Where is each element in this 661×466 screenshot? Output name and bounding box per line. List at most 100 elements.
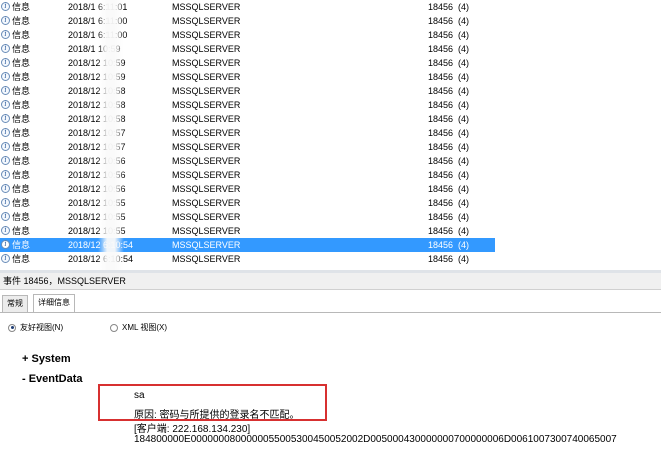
event-id: 18456 <box>428 170 454 180</box>
event-category: (4) <box>458 254 469 264</box>
info-icon: i <box>1 184 10 193</box>
event-row[interactable]: i 信息 2018/12 10:55 MSSQLSERVER 18456 (4) <box>0 210 495 224</box>
event-level: 信息 <box>12 30 31 40</box>
event-level: 信息 <box>12 2 31 12</box>
event-id: 18456 <box>428 212 454 222</box>
event-category: (4) <box>458 2 469 12</box>
eventdata-binary: 184800000E000000080000005500530045005200… <box>134 434 617 445</box>
event-category: (4) <box>458 128 469 138</box>
event-level: 信息 <box>12 72 31 82</box>
event-source: MSSQLSERVER <box>172 44 241 54</box>
xml-view-radio[interactable]: XML 视图(X) <box>110 322 167 333</box>
system-section-toggle[interactable]: + System <box>22 353 71 365</box>
info-icon: i <box>1 240 10 249</box>
event-source: MSSQLSERVER <box>172 142 241 152</box>
event-id: 18456 <box>428 100 454 110</box>
event-category: (4) <box>458 156 469 166</box>
event-source: MSSQLSERVER <box>172 184 241 194</box>
event-source: MSSQLSERVER <box>172 114 241 124</box>
event-category: (4) <box>458 44 469 54</box>
info-icon: i <box>1 142 10 151</box>
event-category: (4) <box>458 86 469 96</box>
event-source: MSSQLSERVER <box>172 100 241 110</box>
event-category: (4) <box>458 58 469 68</box>
event-source: MSSQLSERVER <box>172 226 241 236</box>
event-row[interactable]: i 信息 2018/1 10:59 MSSQLSERVER 18456 (4) <box>0 42 495 56</box>
info-icon: i <box>1 128 10 137</box>
event-category: (4) <box>458 16 469 26</box>
details-panel: 友好视图(N) XML 视图(X) + System - EventData s… <box>0 313 661 466</box>
event-row[interactable]: i 信息 2018/12 10:55 MSSQLSERVER 18456 (4) <box>0 196 495 210</box>
event-source: MSSQLSERVER <box>172 212 241 222</box>
event-level: 信息 <box>12 100 31 110</box>
event-category: (4) <box>458 240 469 250</box>
event-source: MSSQLSERVER <box>172 72 241 82</box>
event-row[interactable]: i 信息 2018/12 10:56 MSSQLSERVER 18456 (4) <box>0 154 495 168</box>
event-list[interactable]: i信息2018/1 6:11:01MSSQLSERVER18456(4)i信息2… <box>0 0 495 267</box>
event-id: 18456 <box>428 114 454 124</box>
event-id: 18456 <box>428 128 454 138</box>
event-level: 信息 <box>12 114 31 124</box>
friendly-view-label: 友好视图(N) <box>20 323 64 332</box>
event-row[interactable]: i 信息 2018/12 10:57 MSSQLSERVER 18456 (4) <box>0 126 495 140</box>
event-row[interactable]: i 信息 2018/12 10:59 MSSQLSERVER 18456 (4) <box>0 56 495 70</box>
xml-view-label: XML 视图(X) <box>122 323 168 332</box>
info-icon: i <box>1 16 10 25</box>
right-pane <box>495 0 661 267</box>
tab-details[interactable]: 详细信息 <box>33 294 75 312</box>
event-id: 18456 <box>428 16 454 26</box>
event-row[interactable]: i信息2018/1 6:11:00MSSQLSERVER18456(4) <box>0 28 495 42</box>
event-level: 信息 <box>12 86 31 96</box>
event-category: (4) <box>458 72 469 82</box>
event-category: (4) <box>458 184 469 194</box>
event-source: MSSQLSERVER <box>172 156 241 166</box>
event-row[interactable]: i 信息 2018/12 10:58 MSSQLSERVER 18456 (4) <box>0 84 495 98</box>
event-id: 18456 <box>428 226 454 236</box>
event-row[interactable]: i 信息 2018/12 10:59 MSSQLSERVER 18456 (4) <box>0 70 495 84</box>
info-icon: i <box>1 86 10 95</box>
event-level: 信息 <box>12 58 31 68</box>
highlight-box <box>98 384 327 421</box>
event-row[interactable]: i 信息 2018/12 10:56 MSSQLSERVER 18456 (4) <box>0 168 495 182</box>
event-category: (4) <box>458 142 469 152</box>
event-row[interactable]: i 信息 2018/12 10:58 MSSQLSERVER 18456 (4) <box>0 112 495 126</box>
event-row[interactable]: i信息2018/12 6:10:54MSSQLSERVER18456(4) <box>0 252 495 266</box>
eventdata-section-toggle[interactable]: - EventData <box>22 373 83 385</box>
event-detail-title: 事件 18456，MSSQLSERVER <box>0 273 661 290</box>
event-row[interactable]: i 信息 2018/12 10:55 MSSQLSERVER 18456 (4) <box>0 224 495 238</box>
eventdata-client: [客户端: 222.168.134.230] <box>134 424 251 435</box>
event-category: (4) <box>458 198 469 208</box>
radio-selected-icon <box>8 323 16 332</box>
event-category: (4) <box>458 30 469 40</box>
event-row[interactable]: i信息2018/12 6:10:54MSSQLSERVER18456(4) <box>0 238 495 252</box>
info-icon: i <box>1 72 10 81</box>
event-source: MSSQLSERVER <box>172 254 241 264</box>
event-id: 18456 <box>428 44 454 54</box>
event-category: (4) <box>458 100 469 110</box>
event-level: 信息 <box>12 44 31 54</box>
info-icon: i <box>1 30 10 39</box>
tab-general[interactable]: 常规 <box>2 295 28 312</box>
event-source: MSSQLSERVER <box>172 2 241 12</box>
event-row[interactable]: i信息2018/1 6:11:00MSSQLSERVER18456(4) <box>0 14 495 28</box>
info-icon: i <box>1 100 10 109</box>
event-source: MSSQLSERVER <box>172 86 241 96</box>
info-icon: i <box>1 58 10 67</box>
event-category: (4) <box>458 170 469 180</box>
info-icon: i <box>1 2 10 11</box>
event-id: 18456 <box>428 184 454 194</box>
event-row[interactable]: i 信息 2018/12 10:58 MSSQLSERVER 18456 (4) <box>0 98 495 112</box>
event-source: MSSQLSERVER <box>172 30 241 40</box>
event-id: 18456 <box>428 58 454 68</box>
event-row[interactable]: i 信息 2018/12 10:56 MSSQLSERVER 18456 (4) <box>0 182 495 196</box>
event-category: (4) <box>458 226 469 236</box>
event-id: 18456 <box>428 2 454 12</box>
event-id: 18456 <box>428 240 454 250</box>
event-row[interactable]: i信息2018/1 6:11:01MSSQLSERVER18456(4) <box>0 0 495 14</box>
event-id: 18456 <box>428 198 454 208</box>
event-level: 信息 <box>12 254 31 264</box>
friendly-view-radio[interactable]: 友好视图(N) <box>8 322 63 333</box>
event-source: MSSQLSERVER <box>172 240 241 250</box>
info-icon: i <box>1 254 10 263</box>
event-row[interactable]: i 信息 2018/12 10:57 MSSQLSERVER 18456 (4) <box>0 140 495 154</box>
